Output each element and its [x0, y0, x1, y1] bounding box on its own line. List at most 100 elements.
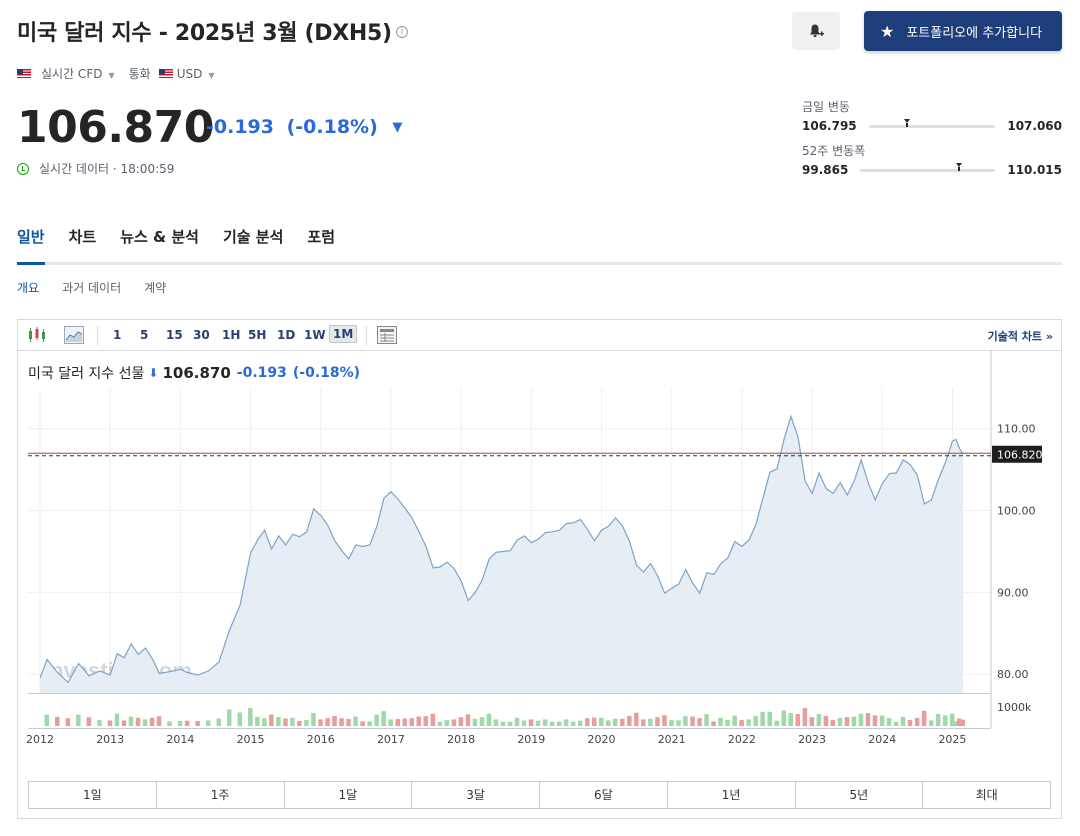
realtime-time: 실시간 데이터 · 18:00:59 [39, 162, 175, 176]
x-tick-label: 2024 [868, 733, 896, 746]
day-range-marker [904, 118, 911, 127]
volume-bar [216, 718, 221, 726]
period-1w[interactable]: 1주 [157, 782, 285, 808]
volume-bar [479, 717, 485, 726]
currency-prefix: 통화 [128, 67, 151, 81]
volume-bar [921, 710, 927, 726]
volume-bar [774, 720, 779, 726]
tab-chart[interactable]: 차트 [69, 226, 97, 247]
week52-range-high: 110.015 [1007, 163, 1062, 177]
tab-news[interactable]: 뉴스 & 분석 [120, 226, 199, 247]
add-to-portfolio-button[interactable]: ★ 포트폴리오에 추가합니다 [864, 11, 1062, 51]
volume-bar [167, 721, 172, 726]
subtab-historical[interactable]: 과거 데이터 [62, 279, 121, 296]
volume-bar [486, 713, 492, 726]
volume-bar [662, 715, 667, 726]
volume-bar [697, 718, 702, 726]
volume-bar [676, 720, 681, 726]
volume-bar [156, 716, 162, 726]
volume-bar [332, 715, 337, 726]
volume-bar [437, 721, 443, 726]
price-chart[interactable]: Investing.com106.82080.0090.00100.00110.… [18, 320, 1061, 770]
volume-bar [935, 714, 941, 726]
tabs-divider [17, 262, 1062, 265]
period-max[interactable]: 최대 [923, 782, 1050, 808]
volume-bar [872, 715, 878, 726]
tab-technical[interactable]: 기술 분석 [223, 226, 283, 247]
volume-bar [858, 713, 864, 726]
volume-bar [788, 713, 793, 726]
volume-bar [76, 714, 81, 726]
add-to-portfolio-label: 포트폴리오에 추가합니다 [906, 25, 1043, 41]
add-alert-button[interactable] [792, 12, 840, 50]
volume-bar [893, 721, 899, 726]
period-3m[interactable]: 3달 [412, 782, 540, 808]
volume-bar [620, 718, 625, 726]
volume-bar [669, 720, 674, 726]
volume-bar [711, 721, 716, 726]
y-tick-label: 110.00 [997, 423, 1036, 436]
period-1m[interactable]: 1달 [285, 782, 413, 808]
volume-bar [634, 712, 639, 726]
volume-bar [542, 719, 548, 726]
volume-bar [732, 715, 737, 726]
volume-bar [613, 718, 618, 726]
volume-bar [641, 719, 646, 726]
volume-scale-label: 1000k [997, 701, 1032, 714]
volume-bar [816, 714, 822, 726]
day-range-high: 107.060 [1007, 119, 1062, 133]
main-tabs: 일반 차트 뉴스 & 분석 기술 분석 포럼 [17, 226, 359, 247]
volume-bar [195, 721, 200, 726]
volume-bar [114, 713, 120, 726]
volume-bar [563, 719, 569, 726]
volume-bar [44, 714, 49, 726]
week52-range-bar [860, 162, 996, 172]
tab-forum[interactable]: 포럼 [307, 226, 335, 247]
volume-bar [725, 719, 730, 726]
volume-bar [960, 719, 965, 726]
info-icon[interactable]: i [395, 26, 408, 38]
x-tick-label: 2025 [938, 733, 966, 746]
volume-bar [177, 721, 183, 726]
volume-bar [865, 713, 871, 726]
volume-bar [767, 711, 772, 726]
star-icon: ★ [880, 21, 895, 41]
volume-bar [128, 716, 134, 726]
volume-bar [374, 714, 379, 726]
currency-label: USD [176, 66, 203, 81]
volume-bar [237, 712, 242, 726]
price-change: -0.193 (-0.18%) ▼ [206, 116, 402, 138]
tab-overview[interactable]: 일반 [17, 226, 45, 247]
period-1y[interactable]: 1년 [668, 782, 796, 808]
period-1d[interactable]: 1일 [29, 782, 157, 808]
source-selector[interactable]: 실시간 CFD ▼ [41, 65, 115, 82]
subtab-summary[interactable]: 개요 [17, 279, 39, 296]
volume-bar [760, 711, 765, 726]
volume-bar [248, 708, 253, 726]
x-tick-label: 2014 [166, 733, 194, 746]
volume-bar [458, 717, 464, 726]
volume-bar [55, 716, 60, 726]
volume-bar [585, 718, 590, 726]
volume-bar [907, 720, 913, 726]
chevron-down-icon: ▼ [208, 70, 215, 80]
x-tick-label: 2018 [447, 733, 475, 746]
volume-bar [388, 719, 393, 726]
period-6m[interactable]: 6달 [540, 782, 668, 808]
volume-bar [746, 719, 751, 726]
period-5y[interactable]: 5년 [796, 782, 924, 808]
down-arrow-icon: ▼ [392, 120, 403, 135]
volume-bar [535, 720, 541, 726]
subtab-contract[interactable]: 계약 [144, 279, 166, 296]
volume-bar [592, 717, 597, 726]
week52-range-low: 99.865 [802, 163, 849, 177]
volume-bar [444, 720, 450, 726]
week52-range-marker [956, 162, 963, 171]
quote-meta: 실시간 CFD ▼ 통화 USD ▼ [17, 65, 215, 82]
volume-bar [135, 717, 141, 726]
price-change-value: -0.193 [206, 116, 274, 138]
x-tick-label: 2017 [377, 733, 405, 746]
x-tick-label: 2020 [588, 733, 616, 746]
volume-bar [507, 721, 513, 726]
currency-selector[interactable]: USD ▼ [177, 67, 215, 81]
